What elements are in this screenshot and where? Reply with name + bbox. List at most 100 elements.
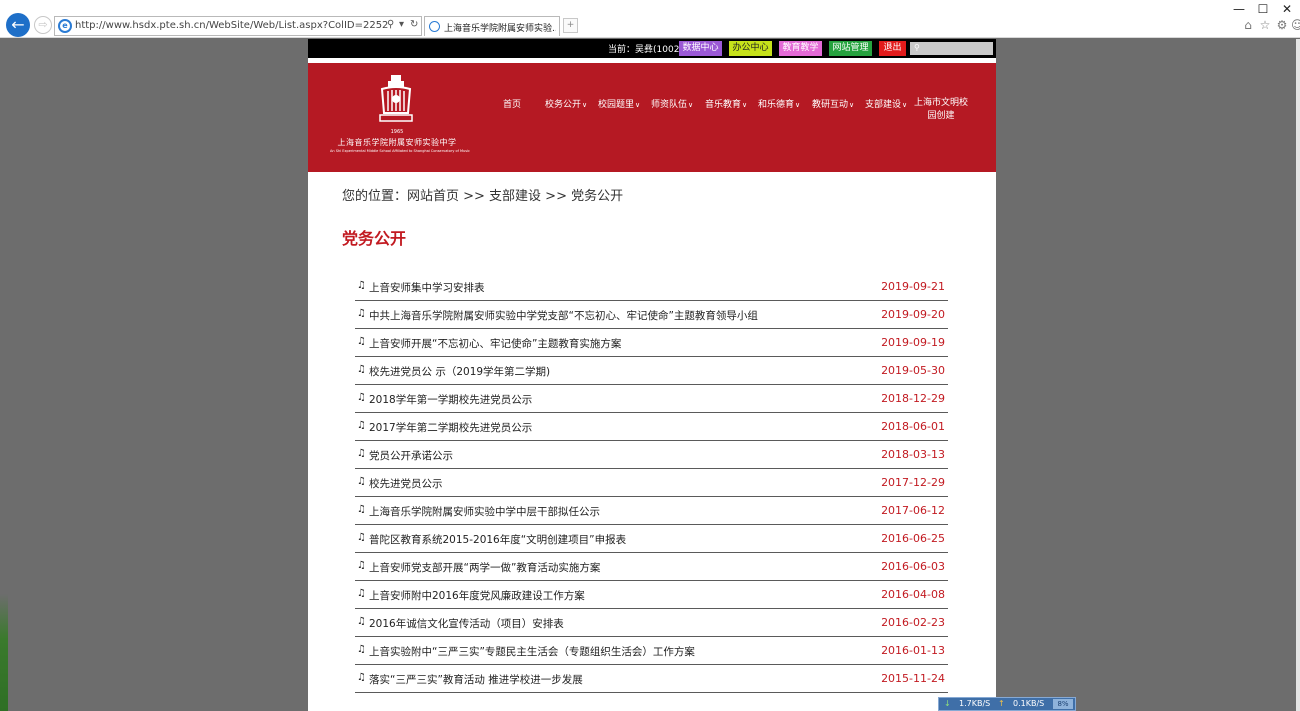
current-user-label: 当前：吴彝(1002) [608,45,683,55]
article-title-link[interactable]: 上音安师集中学习安排表 [369,280,485,295]
address-url[interactable]: http://www.hsdx.pte.sh.cn/WebSite/Web/Li… [75,20,388,31]
nav-school-affairs[interactable]: 校务公开∨ [545,97,587,110]
founding-year: 1965 [390,129,404,135]
favorites-star-icon[interactable]: ☆ [1258,18,1272,32]
breadcrumb: 您的位置：网站首页 >> 支部建设 >> 党务公开 [342,189,624,204]
usage-percent: 8% [1053,699,1073,709]
list-item[interactable]: ♫ 中共上海音乐学院附属安师实验中学党支部“不忘初心、牢记使命”主题教育领导小组 2… [355,301,948,329]
nav-music-education[interactable]: 音乐教育∨ [705,97,747,110]
browser-tab[interactable]: 上海音乐学院附属安师实验... [424,16,560,36]
article-title-link[interactable]: 上音实验附中“三严三实”专题民主生活会（专题组织生活会）工作方案 [369,644,695,659]
article-title-link[interactable]: 2018学年第一学期校先进党员公示 [369,392,532,407]
article-date: 2019-05-30 [881,364,945,377]
search-icon[interactable]: ⚲ [387,19,394,30]
forward-button[interactable]: ⇨ [34,16,52,34]
close-window-icon[interactable]: ✕ [1280,2,1294,16]
list-item[interactable]: ♫ 校先进党员公 示（2019学年第二学期) 2019-05-30 [355,357,948,385]
article-date: 2018-12-29 [881,392,945,405]
office-center-button[interactable]: 办公中心 [729,41,772,56]
nav-campus[interactable]: 校园题里∨ [598,97,640,110]
address-bar[interactable]: e http://www.hsdx.pte.sh.cn/WebSite/Web/… [54,16,422,36]
nav-moral-education[interactable]: 和乐德育∨ [758,97,800,110]
minimize-icon[interactable]: — [1232,2,1246,16]
data-center-button[interactable]: 数据中心 [679,41,722,56]
list-item[interactable]: ♫ 党员公开承诺公示 2018-03-13 [355,441,948,469]
nav-home[interactable]: 首页 [503,97,521,110]
list-item[interactable]: ♫ 校先进党员公示 2017-12-29 [355,469,948,497]
home-icon[interactable]: ⌂ [1241,18,1255,32]
list-item[interactable]: ♫ 落实“三严三实”教育活动 推进学校进一步发展 2015-11-24 [355,665,948,693]
list-item[interactable]: ♫ 上音实验附中“三严三实”专题民主生活会（专题组织生活会）工作方案 2016-01… [355,637,948,665]
article-title-link[interactable]: 上音安师开展“不忘初心、牢记使命”主题教育实施方案 [369,336,621,351]
nav-label-line1: 上海市文明校 [913,98,968,108]
article-title-link[interactable]: 上海音乐学院附属安师实验中学中层干部拟任公示 [369,504,600,519]
teaching-button[interactable]: 教育教学 [779,41,822,56]
logout-button[interactable]: 退出 [879,41,906,56]
web-page: 当前：吴彝(1002) 数据中心 办公中心 教育教学 网站管理 退出 ⚲ 196… [308,39,996,711]
refresh-icon[interactable]: ↻ [410,19,418,30]
school-name-en: An Shi Experimental Middle School Affili… [330,149,470,153]
list-item[interactable]: ♫ 普陀区教育系统2015-2016年度“文明创建项目”申报表 2016-06-25 [355,525,948,553]
chevron-down-icon: ∨ [582,101,588,109]
download-arrow-icon: ↓ [944,699,951,708]
maximize-icon[interactable]: ☐ [1256,2,1270,16]
site-header: 1965 上海音乐学院附属安师实验中学 An Shi Experimental … [308,63,996,172]
music-note-icon: ♫ [357,392,366,403]
list-item[interactable]: ♫ 2016年诚信文化宣传活动（项目）安排表 2016-02-23 [355,609,948,637]
chevron-down-icon: ∨ [902,101,908,109]
page-title: 党务公开 [342,229,407,248]
article-title-link[interactable]: 校先进党员公 示（2019学年第二学期) [369,364,550,379]
list-item[interactable]: ♫ 上音安师开展“不忘初心、牢记使命”主题教育实施方案 2019-09-19 [355,329,948,357]
vertical-scrollbar[interactable] [1296,39,1300,711]
article-date: 2019-09-19 [881,336,945,349]
nav-label: 师资队伍 [651,100,688,110]
list-item[interactable]: ♫ 上音安师集中学习安排表 2019-09-21 [355,273,948,301]
article-title-link[interactable]: 校先进党员公示 [369,476,443,491]
chevron-down-icon: ∨ [688,101,694,109]
site-search-input[interactable]: ⚲ [910,42,993,55]
article-title-link[interactable]: 落实“三严三实”教育活动 推进学校进一步发展 [369,672,583,687]
list-item[interactable]: ♫ 上海音乐学院附属安师实验中学中层干部拟任公示 2017-06-12 [355,497,948,525]
school-logo[interactable]: 1965 上海音乐学院附属安师实验中学 An Shi Experimental … [330,71,470,161]
nav-label: 校务公开 [545,100,582,110]
nav-label: 支部建设 [865,100,902,110]
article-title-link[interactable]: 普陀区教育系统2015-2016年度“文明创建项目”申报表 [369,532,626,547]
article-title-link[interactable]: 上音安师党支部开展“两学一做”教育活动实施方案 [369,560,600,575]
article-title-link[interactable]: 上音安师附中2016年度党风廉政建设工作方案 [369,588,585,603]
search-icon: ⚲ [914,43,920,52]
new-tab-button[interactable]: + [563,18,578,33]
nav-party-branch[interactable]: 支部建设∨ [865,97,907,110]
nav-label: 校园题里 [598,100,635,110]
upload-speed: 0.1KB/S [1013,699,1045,708]
nav-label: 教研互动 [812,100,849,110]
nav-label: 首页 [503,100,522,110]
network-speed-meter[interactable]: ↓ 1.7KB/S ↑ 0.1KB/S 8% [938,697,1076,711]
nav-faculty[interactable]: 师资队伍∨ [651,97,693,110]
back-button[interactable]: ← [6,13,30,37]
nav-label-line2: 园创建 [927,111,955,121]
music-note-icon: ♫ [357,336,366,347]
feedback-smiley-icon[interactable]: ☺ [1291,18,1300,32]
nav-research[interactable]: 教研互动∨ [812,97,854,110]
list-item[interactable]: ♫ 上音安师附中2016年度党风廉政建设工作方案 2016-04-08 [355,581,948,609]
music-note-icon: ♫ [357,476,366,487]
article-title-link[interactable]: 党员公开承诺公示 [369,448,453,463]
browser-toolbar: ← ⇨ e http://www.hsdx.pte.sh.cn/WebSite/… [0,0,1300,38]
ie-logo-icon: e [58,19,72,33]
site-admin-button[interactable]: 网站管理 [829,41,872,56]
list-item[interactable]: ♫ 上音安师党支部开展“两学一做”教育活动实施方案 2016-06-03 [355,553,948,581]
list-item[interactable]: ♫ 2017学年第二学期校先进党员公示 2018-06-01 [355,413,948,441]
settings-gear-icon[interactable]: ⚙ [1275,18,1289,32]
nav-label: 和乐德育 [758,100,795,110]
article-title-link[interactable]: 2016年诚信文化宣传活动（项目）安排表 [369,616,564,631]
nav-civilized-campus[interactable]: 上海市文明校 园创建 [913,97,969,123]
article-title-link[interactable]: 中共上海音乐学院附属安师实验中学党支部“不忘初心、牢记使命”主题教育领导小组 [369,308,758,323]
article-title-link[interactable]: 2017学年第二学期校先进党员公示 [369,420,532,435]
music-note-icon: ♫ [357,644,366,655]
music-note-icon: ♫ [357,308,366,319]
address-dropdown-icon[interactable]: ▾ [399,19,404,30]
article-date: 2016-06-03 [881,560,945,573]
article-date: 2018-06-01 [881,420,945,433]
list-item[interactable]: ♫ 2018学年第一学期校先进党员公示 2018-12-29 [355,385,948,413]
music-note-icon: ♫ [357,420,366,431]
